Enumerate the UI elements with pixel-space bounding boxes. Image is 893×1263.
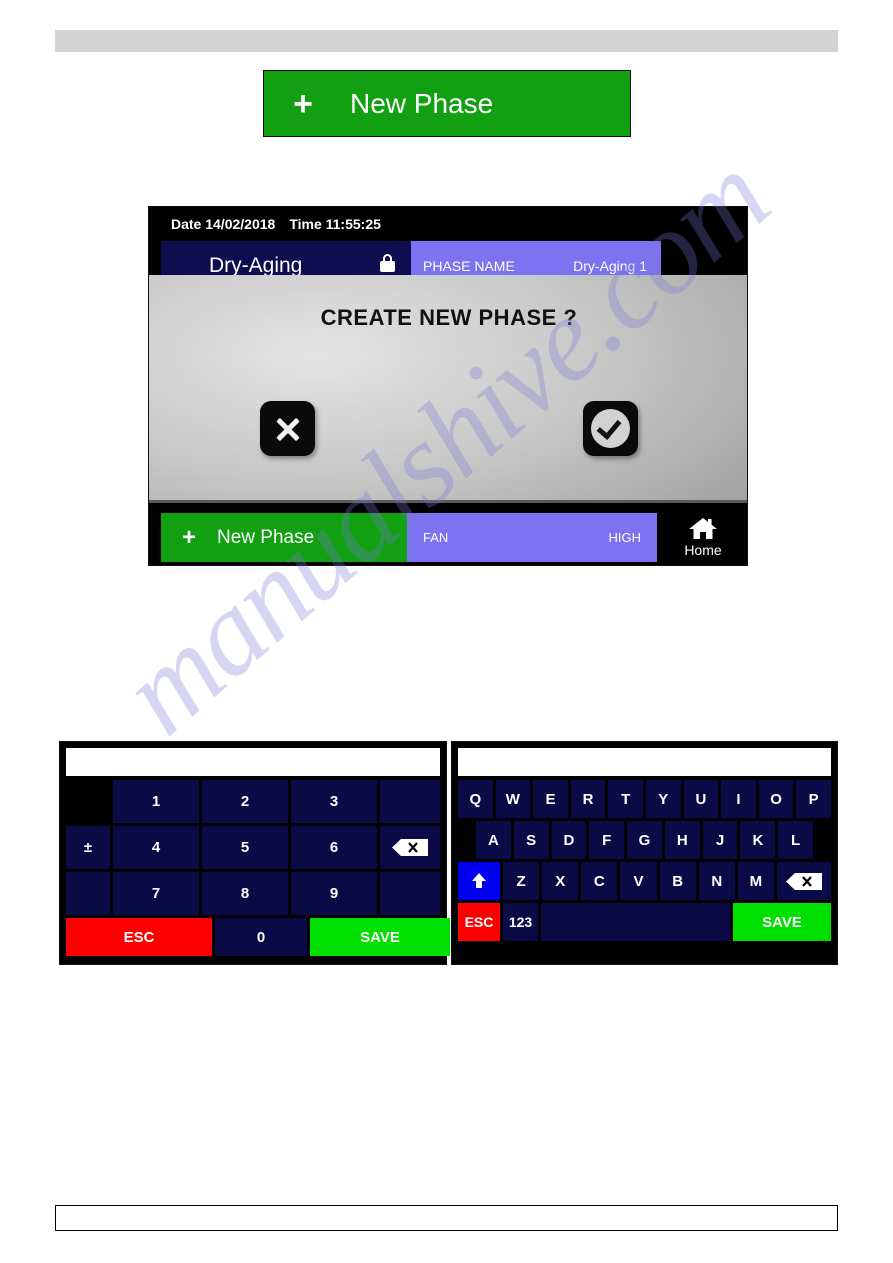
key-1[interactable]: 1 <box>113 780 199 823</box>
device-new-phase-label: New Phase <box>217 526 315 548</box>
key-n[interactable]: N <box>698 862 735 900</box>
key-s[interactable]: S <box>513 821 549 859</box>
device-bottom-bar: + New Phase FAN HIGH Home <box>149 507 747 565</box>
plus-icon: + <box>293 84 313 123</box>
page-footer-box <box>55 1205 838 1231</box>
key-t[interactable]: T <box>608 780 643 818</box>
key-8[interactable]: 8 <box>202 872 288 915</box>
date-label: Date 14/02/2018 <box>171 216 276 232</box>
key-space[interactable] <box>541 903 730 941</box>
home-icon <box>688 516 718 541</box>
key-3[interactable]: 3 <box>291 780 377 823</box>
key-h[interactable]: H <box>664 821 700 859</box>
key-x[interactable]: X <box>542 862 579 900</box>
create-new-phase-dialog: CREATE NEW PHASE ? <box>149 275 747 503</box>
new-phase-label: New Phase <box>350 87 494 119</box>
key-esc[interactable]: ESC <box>458 903 500 941</box>
key-7[interactable]: 7 <box>113 872 199 915</box>
key-q[interactable]: Q <box>458 780 493 818</box>
key-save[interactable]: SAVE <box>310 918 450 956</box>
key-4[interactable]: 4 <box>113 826 199 869</box>
key-l[interactable]: L <box>778 821 814 859</box>
key-6[interactable]: 6 <box>291 826 377 869</box>
device-screen: Date 14/02/2018 Time 11:55:25 Dry-Aging … <box>148 206 748 566</box>
key-esc[interactable]: ESC <box>66 918 212 956</box>
page-header-band <box>55 30 838 52</box>
watermark-overlay: manualshive.com <box>0 0 893 1263</box>
backspace-icon <box>392 839 428 856</box>
key-p[interactable]: P <box>796 780 831 818</box>
key-w[interactable]: W <box>495 780 531 818</box>
plus-icon: + <box>181 523 196 551</box>
fan-value: HIGH <box>608 530 642 545</box>
check-circle-icon <box>591 409 630 448</box>
key-u[interactable]: U <box>683 780 719 818</box>
phase-name-label: PHASE NAME <box>423 258 515 274</box>
status-bar: Date 14/02/2018 Time 11:55:25 <box>149 207 747 241</box>
key-shift[interactable] <box>458 862 500 900</box>
numeric-keypad: ± 1 2 3 ± 4 5 6 7 <box>59 741 450 965</box>
text-input-field[interactable] <box>458 748 831 776</box>
home-button[interactable]: Home <box>657 507 747 565</box>
key-backspace[interactable] <box>776 862 831 900</box>
key-c[interactable]: C <box>581 862 618 900</box>
shift-arrow-icon <box>472 873 486 888</box>
dialog-cancel-button[interactable] <box>260 401 315 456</box>
key-z[interactable]: Z <box>503 862 540 900</box>
key-f[interactable]: F <box>589 821 625 859</box>
lock-icon <box>380 254 395 272</box>
time-label: Time 11:55:25 <box>289 216 381 232</box>
key-0[interactable]: 0 <box>215 918 307 956</box>
qwerty-keypad: Q W E R T Y U I O P A S D F G H J K L Z … <box>451 741 838 965</box>
fan-panel[interactable]: FAN HIGH <box>407 513 657 562</box>
key-save[interactable]: SAVE <box>733 903 831 941</box>
key-a[interactable]: A <box>476 821 511 859</box>
new-phase-button[interactable]: + New Phase <box>263 70 631 137</box>
key-r[interactable]: R <box>570 780 606 818</box>
home-label: Home <box>684 542 722 558</box>
key-e[interactable]: E <box>533 780 568 818</box>
key-o[interactable]: O <box>758 780 794 818</box>
key-numeric-mode[interactable]: 123 <box>503 903 538 941</box>
key-y[interactable]: Y <box>645 780 681 818</box>
key-9[interactable]: 9 <box>291 872 377 915</box>
key-spacer-bottom-right <box>380 872 440 915</box>
key-plus-minus[interactable]: ± <box>66 826 110 869</box>
key-5[interactable]: 5 <box>202 826 288 869</box>
key-b[interactable]: B <box>659 862 696 900</box>
key-spacer-bottom-left <box>66 872 110 915</box>
dialog-confirm-button[interactable] <box>583 401 638 456</box>
numeric-input-field[interactable] <box>66 748 440 776</box>
key-i[interactable]: I <box>721 780 756 818</box>
key-spacer-top-right <box>380 780 440 823</box>
key-j[interactable]: J <box>702 821 738 859</box>
dialog-title: CREATE NEW PHASE ? <box>320 305 578 330</box>
key-m[interactable]: M <box>737 862 774 900</box>
device-new-phase-button[interactable]: + New Phase <box>161 513 407 562</box>
mode-label: Dry-Aging <box>209 254 303 277</box>
key-g[interactable]: G <box>627 821 662 859</box>
key-k[interactable]: K <box>740 821 776 859</box>
manual-page: + New Phase Date 14/02/2018 Time 11:55:2… <box>0 0 893 1263</box>
key-backspace[interactable] <box>380 826 440 869</box>
key-d[interactable]: D <box>551 821 587 859</box>
phase-name-value: Dry-Aging 1 <box>573 258 647 274</box>
key-2[interactable]: 2 <box>202 780 288 823</box>
key-v[interactable]: V <box>620 862 657 900</box>
close-icon <box>274 415 302 443</box>
fan-label: FAN <box>423 530 449 545</box>
backspace-icon <box>785 872 822 890</box>
